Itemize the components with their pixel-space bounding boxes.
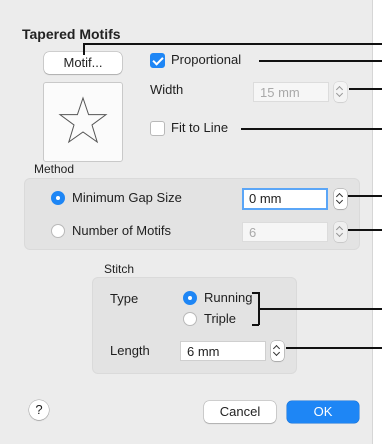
number-of-motifs-radio[interactable] (51, 224, 65, 238)
stitch-heading: Stitch (104, 262, 135, 276)
type-label: Type (110, 291, 139, 306)
length-field[interactable]: 6 mm (180, 341, 266, 361)
callout-line-minimum-gap (348, 195, 382, 197)
width-field[interactable]: 15 mm (253, 82, 329, 102)
number-of-motifs-stepper[interactable] (334, 222, 347, 242)
tapered-motifs-dialog: Tapered Motifs Motif... Proportional Wid… (0, 0, 373, 444)
callout-line-fit-to-line (241, 128, 382, 130)
number-of-motifs-field[interactable]: 6 (242, 222, 328, 242)
length-stepper[interactable] (271, 341, 284, 361)
motif-preview (43, 82, 123, 162)
proportional-checkbox[interactable] (150, 53, 165, 68)
ok-button[interactable]: OK (287, 401, 359, 423)
minimum-gap-radio[interactable] (51, 191, 65, 205)
fit-to-line-label: Fit to Line (171, 120, 229, 135)
callout-bracket-top (252, 292, 259, 294)
width-stepper[interactable] (334, 82, 347, 102)
callout-tick-motif (83, 43, 85, 55)
width-label: Width (150, 82, 184, 97)
motif-button[interactable]: Motif... (44, 52, 122, 74)
minimum-gap-stepper[interactable] (334, 189, 347, 209)
callout-line-motif (83, 43, 382, 45)
callout-line-stitch-type (259, 308, 382, 310)
method-heading: Method (34, 162, 75, 176)
cancel-button[interactable]: Cancel (204, 401, 276, 423)
fit-to-line-checkbox[interactable] (150, 121, 165, 136)
star-outline-icon (58, 96, 108, 144)
length-label: Length (110, 343, 150, 358)
callout-bracket-bottom (252, 324, 259, 326)
minimum-gap-label: Minimum Gap Size (72, 190, 182, 205)
triple-label: Triple (204, 311, 237, 326)
running-radio[interactable] (183, 291, 197, 305)
proportional-label: Proportional (171, 52, 242, 67)
minimum-gap-field[interactable]: 0 mm (242, 188, 328, 210)
running-label: Running (204, 290, 253, 305)
number-of-motifs-label: Number of Motifs (72, 223, 171, 238)
callout-line-number-of-motifs (348, 229, 382, 231)
triple-radio[interactable] (183, 312, 197, 326)
callout-line-length (286, 347, 382, 349)
dialog-title: Tapered Motifs (22, 26, 121, 42)
callout-line-proportional (259, 60, 382, 62)
help-button[interactable]: ? (29, 400, 49, 420)
callout-line-width (349, 88, 382, 90)
